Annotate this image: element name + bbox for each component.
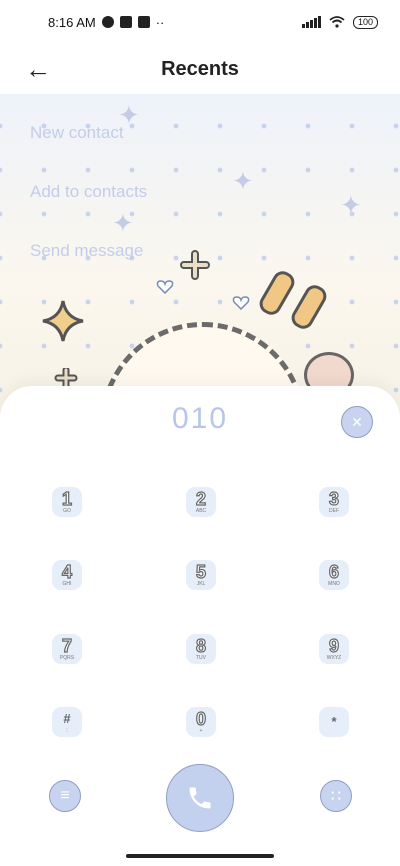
more-notifications-icon: ·· [155, 14, 165, 30]
status-time: 8:16 AM [48, 14, 96, 30]
plus-sticker-icon [180, 250, 210, 280]
key-digit: # [63, 710, 71, 726]
notification-square-icon [119, 16, 132, 28]
key-3[interactable]: 3 DEF [319, 487, 349, 517]
contact-action-menu: New contact Add to contacts Send message [30, 118, 147, 295]
key-letters: WXYZ [326, 654, 342, 661]
key-digit: 6 [328, 561, 339, 582]
app-header: ← Recents [0, 44, 400, 94]
key-digit: 5 [195, 561, 206, 582]
sparkle-icon: ✦ [232, 166, 254, 196]
dialed-number: 010 [171, 402, 229, 435]
key-hash[interactable]: # ; [52, 707, 82, 737]
key-letters: DEF [329, 507, 339, 514]
phone-icon [189, 787, 211, 809]
key-star[interactable]: * [319, 707, 349, 737]
key-digit: 0 [195, 708, 206, 729]
menu-item-send-message[interactable]: Send message [30, 236, 147, 295]
keypad-grid-icon: ∷ [330, 788, 342, 805]
key-7[interactable]: 7 PQRS [52, 634, 82, 664]
keypad-toggle-button[interactable]: ∷ [320, 780, 352, 812]
key-digit: 3 [328, 488, 339, 509]
key-letters: GHI [62, 580, 72, 587]
key-digit: 4 [61, 561, 72, 582]
key-letters: + [199, 727, 203, 734]
close-icon: ✕ [351, 413, 363, 430]
key-9[interactable]: 9 WXYZ [319, 634, 349, 664]
menu-item-new-contact[interactable]: New contact [30, 118, 147, 177]
signal-icon [301, 16, 321, 28]
key-letters: TUV [196, 654, 206, 661]
dialpad-menu-button[interactable]: ≡ [49, 780, 81, 812]
key-letters: JKL [196, 580, 206, 587]
home-indicator[interactable] [126, 854, 274, 858]
clear-button[interactable]: ✕ [341, 406, 373, 438]
menu-icon: ≡ [60, 787, 70, 804]
key-letters: ; [66, 726, 68, 733]
key-0[interactable]: 0 + [186, 707, 216, 737]
notification-app-icon [101, 16, 114, 28]
star-sticker-icon [42, 300, 84, 342]
key-8[interactable]: 8 TUV [186, 634, 216, 664]
heart-icon [232, 296, 250, 310]
key-digit: 1 [61, 488, 72, 509]
status-left: 8:16 AM ·· [48, 15, 164, 30]
status-right: 100 [301, 15, 378, 29]
key-5[interactable]: 5 JKL [186, 560, 216, 590]
page-title: Recents [161, 57, 239, 80]
key-2[interactable]: 2 ABC [186, 487, 216, 517]
status-bar: 8:16 AM ·· 100 [0, 0, 400, 44]
plus-sticker-icon [54, 368, 78, 388]
dialpad-panel: 010 ✕ 1 GO 2 ABC 3 DEF 4 GHI 5 JKL 6 MNO… [0, 386, 400, 866]
back-button[interactable]: ← [20, 54, 56, 84]
call-button[interactable] [166, 764, 234, 832]
heart-icon [156, 280, 174, 294]
key-digit: * [331, 714, 337, 729]
notification-upload-icon [137, 16, 150, 28]
key-letters: GO [63, 507, 71, 514]
key-6[interactable]: 6 MNO [319, 560, 349, 590]
key-letters: MNO [328, 580, 340, 587]
key-digit: 9 [328, 635, 339, 656]
sparkle-icon: ✦ [340, 190, 362, 220]
key-1[interactable]: 1 GO [52, 487, 82, 517]
back-arrow-icon: ← [25, 53, 51, 84]
battery-icon: 100 [352, 15, 378, 29]
key-digit: 8 [195, 635, 206, 656]
key-letters: ABC [195, 507, 207, 514]
menu-item-add-to-contacts[interactable]: Add to contacts [30, 177, 147, 236]
key-4[interactable]: 4 GHI [52, 560, 82, 590]
key-letters: PQRS [59, 654, 75, 661]
key-digit: 2 [195, 488, 206, 509]
wifi-icon [329, 16, 345, 28]
key-digit: 7 [61, 635, 72, 656]
